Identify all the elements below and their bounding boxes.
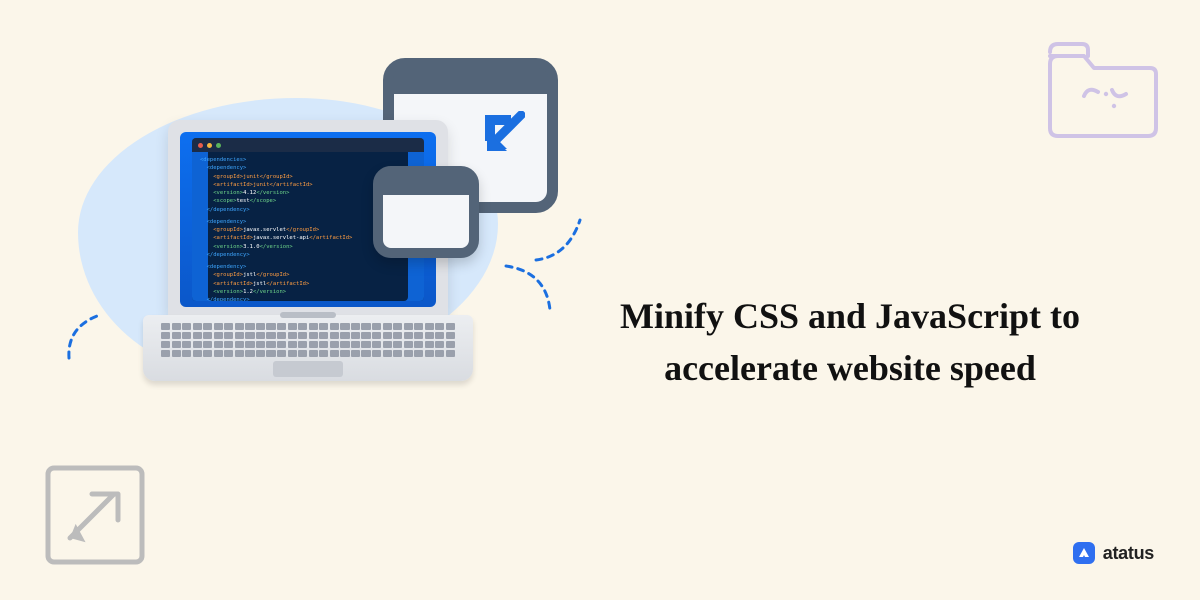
minimize-arrow-icon <box>481 111 525 155</box>
trackpad <box>273 361 343 377</box>
headline: Minify CSS and JavaScript to accelerate … <box>560 290 1140 394</box>
dashed-accent-icon <box>63 308 123 368</box>
code-folder-icon <box>1040 30 1160 140</box>
brand: atatus <box>1073 542 1154 564</box>
brand-name: atatus <box>1103 543 1154 564</box>
keyboard <box>161 323 455 357</box>
traffic-light-min-icon <box>207 143 212 148</box>
dashed-accent-icon <box>528 208 588 268</box>
traffic-light-close-icon <box>198 143 203 148</box>
popout-arrow-icon <box>40 460 150 570</box>
brand-logo-icon <box>1073 542 1095 564</box>
hero-illustration: <dependencies> <dependency> <groupId>jun… <box>88 48 578 408</box>
window-small <box>373 166 479 258</box>
traffic-light-max-icon <box>216 143 221 148</box>
